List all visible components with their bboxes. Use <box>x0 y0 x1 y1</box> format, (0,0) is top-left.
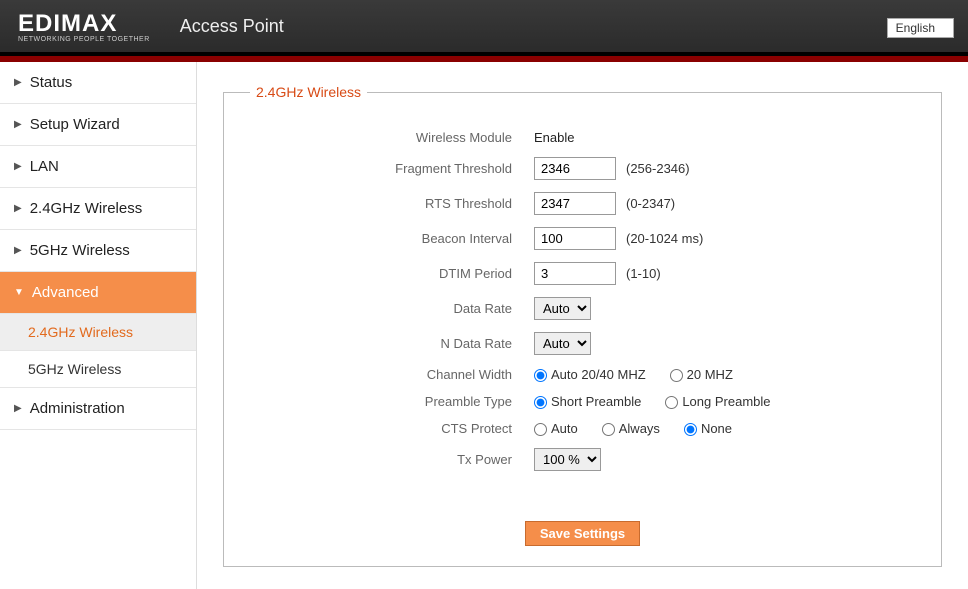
sidebar-subitem-label: 5GHz Wireless <box>28 361 121 377</box>
main-content: 2.4GHz Wireless Wireless Module Enable F… <box>197 62 968 589</box>
sidebar-item-setup-wizard[interactable]: ▶ Setup Wizard <box>0 104 196 146</box>
save-settings-button[interactable]: Save Settings <box>525 521 640 546</box>
radio-input[interactable] <box>602 423 615 436</box>
row-beacon-interval: Beacon Interval (20-1024 ms) <box>244 227 921 250</box>
app-header: EDIMAX NETWORKING PEOPLE TOGETHER Access… <box>0 0 968 56</box>
select-tx-power[interactable]: 100 % <box>534 448 601 471</box>
row-data-rate: Data Rate Auto <box>244 297 921 320</box>
input-beacon-interval[interactable] <box>534 227 616 250</box>
sidebar-item-label: 5GHz Wireless <box>30 242 130 259</box>
caret-right-icon: ▶ <box>14 77 22 88</box>
sidebar-item-label: Setup Wizard <box>30 116 120 133</box>
app-title: Access Point <box>180 16 284 37</box>
sidebar-subitem-label: 2.4GHz Wireless <box>28 324 133 340</box>
row-fragment-threshold: Fragment Threshold (256-2346) <box>244 157 921 180</box>
sidebar-item-advanced[interactable]: ▼ Advanced <box>0 272 196 314</box>
label-dtim-period: DTIM Period <box>244 266 534 281</box>
brand-name: EDIMAX <box>18 10 117 37</box>
radio-input[interactable] <box>665 396 678 409</box>
radio-input[interactable] <box>534 369 547 382</box>
row-n-data-rate: N Data Rate Auto <box>244 332 921 355</box>
panel-legend: 2.4GHz Wireless <box>250 84 367 100</box>
row-preamble-type: Preamble Type Short Preamble Long Preamb… <box>244 394 921 409</box>
radio-cts-none[interactable]: None <box>684 421 732 436</box>
brand-tagline: NETWORKING PEOPLE TOGETHER <box>18 36 150 43</box>
row-cts-protect: CTS Protect Auto Always None <box>244 421 921 436</box>
radio-label: Short Preamble <box>551 394 641 409</box>
radio-cts-auto[interactable]: Auto <box>534 421 578 436</box>
select-n-data-rate[interactable]: Auto <box>534 332 591 355</box>
radio-label: Auto 20/40 MHZ <box>551 367 646 382</box>
select-data-rate[interactable]: Auto <box>534 297 591 320</box>
language-selector[interactable]: English <box>887 18 954 38</box>
sidebar-item-administration[interactable]: ▶ Administration <box>0 388 196 430</box>
radio-cts-always[interactable]: Always <box>602 421 660 436</box>
caret-right-icon: ▶ <box>14 245 22 256</box>
sidebar-subitem-24ghz-wireless[interactable]: 2.4GHz Wireless <box>0 314 196 351</box>
sidebar-item-status[interactable]: ▶ Status <box>0 62 196 104</box>
value-wireless-module: Enable <box>534 130 574 145</box>
caret-right-icon: ▶ <box>14 403 22 414</box>
radio-input[interactable] <box>534 396 547 409</box>
hint-fragment-threshold: (256-2346) <box>626 161 690 176</box>
sidebar-item-label: Status <box>30 74 73 91</box>
label-rts-threshold: RTS Threshold <box>244 196 534 211</box>
radio-label: Auto <box>551 421 578 436</box>
radio-channel-width-20[interactable]: 20 MHZ <box>670 367 733 382</box>
row-rts-threshold: RTS Threshold (0-2347) <box>244 192 921 215</box>
sidebar-item-24ghz-wireless[interactable]: ▶ 2.4GHz Wireless <box>0 188 196 230</box>
sidebar-item-label: 2.4GHz Wireless <box>30 200 143 217</box>
caret-down-icon: ▼ <box>14 287 24 298</box>
radio-preamble-long[interactable]: Long Preamble <box>665 394 770 409</box>
label-preamble-type: Preamble Type <box>244 394 534 409</box>
label-data-rate: Data Rate <box>244 301 534 316</box>
sidebar-item-label: Administration <box>30 400 125 417</box>
sidebar-subitem-5ghz-wireless[interactable]: 5GHz Wireless <box>0 351 196 388</box>
caret-right-icon: ▶ <box>14 161 22 172</box>
radio-preamble-short[interactable]: Short Preamble <box>534 394 641 409</box>
sidebar-item-label: Advanced <box>32 284 99 301</box>
radio-label: Always <box>619 421 660 436</box>
row-channel-width: Channel Width Auto 20/40 MHZ 20 MHZ <box>244 367 921 382</box>
label-tx-power: Tx Power <box>244 452 534 467</box>
radio-label: Long Preamble <box>682 394 770 409</box>
label-channel-width: Channel Width <box>244 367 534 382</box>
radio-label: None <box>701 421 732 436</box>
sidebar-item-5ghz-wireless[interactable]: ▶ 5GHz Wireless <box>0 230 196 272</box>
radio-input[interactable] <box>684 423 697 436</box>
row-dtim-period: DTIM Period (1-10) <box>244 262 921 285</box>
sidebar-item-lan[interactable]: ▶ LAN <box>0 146 196 188</box>
hint-beacon-interval: (20-1024 ms) <box>626 231 703 246</box>
input-dtim-period[interactable] <box>534 262 616 285</box>
row-wireless-module: Wireless Module Enable <box>244 130 921 145</box>
radio-channel-width-auto[interactable]: Auto 20/40 MHZ <box>534 367 646 382</box>
hint-rts-threshold: (0-2347) <box>626 196 675 211</box>
sidebar-nav: ▶ Status ▶ Setup Wizard ▶ LAN ▶ 2.4GHz Wirel… <box>0 62 197 589</box>
row-tx-power: Tx Power 100 % <box>244 448 921 471</box>
input-fragment-threshold[interactable] <box>534 157 616 180</box>
caret-right-icon: ▶ <box>14 119 22 130</box>
label-beacon-interval: Beacon Interval <box>244 231 534 246</box>
radio-input[interactable] <box>670 369 683 382</box>
caret-right-icon: ▶ <box>14 203 22 214</box>
label-cts-protect: CTS Protect <box>244 421 534 436</box>
radio-input[interactable] <box>534 423 547 436</box>
sidebar-item-label: LAN <box>30 158 59 175</box>
label-n-data-rate: N Data Rate <box>244 336 534 351</box>
brand-logo: EDIMAX NETWORKING PEOPLE TOGETHER <box>18 10 150 43</box>
radio-label: 20 MHZ <box>687 367 733 382</box>
language-label: English <box>896 21 935 35</box>
hint-dtim-period: (1-10) <box>626 266 661 281</box>
input-rts-threshold[interactable] <box>534 192 616 215</box>
label-wireless-module: Wireless Module <box>244 130 534 145</box>
label-fragment-threshold: Fragment Threshold <box>244 161 534 176</box>
wireless-settings-panel: 2.4GHz Wireless Wireless Module Enable F… <box>223 84 942 567</box>
